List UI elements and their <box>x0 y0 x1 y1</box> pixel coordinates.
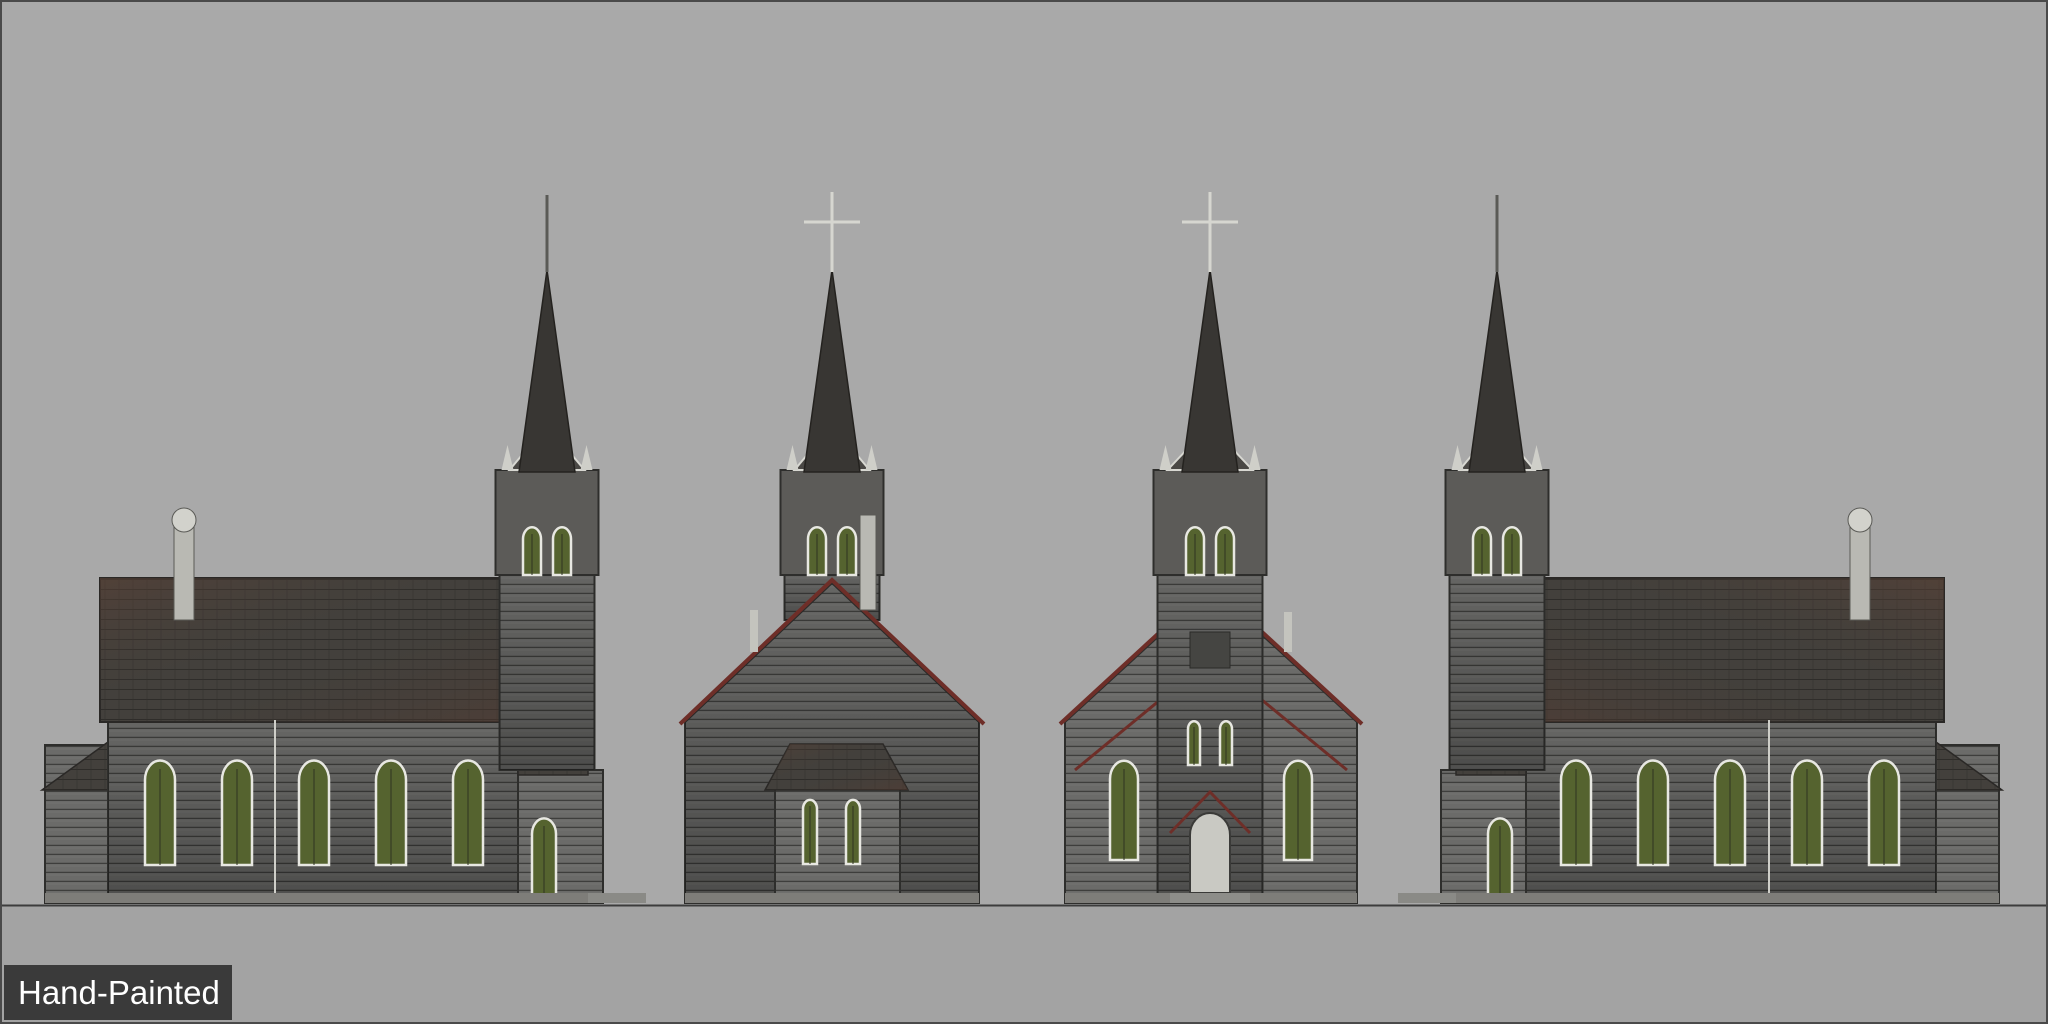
image-frame <box>0 0 2048 1024</box>
church-turnaround-sheet: Hand-Painted <box>0 0 2048 1024</box>
texture-style-label: Hand-Painted <box>4 965 232 1020</box>
